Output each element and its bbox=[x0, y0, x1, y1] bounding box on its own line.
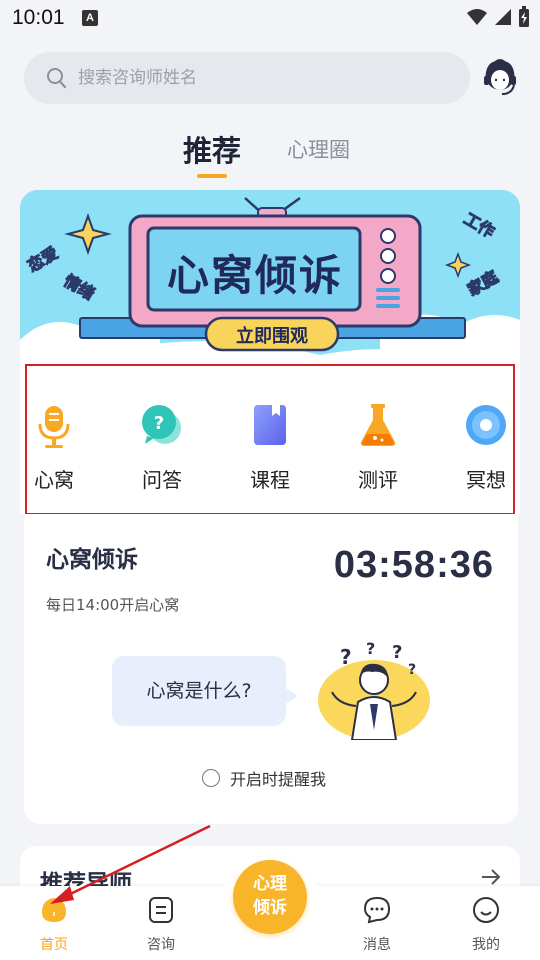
nav-label: 咨询 bbox=[147, 937, 175, 953]
feature-qa[interactable]: ? 问答 bbox=[122, 400, 202, 493]
center-label-line1: 心理 bbox=[253, 874, 287, 894]
remind-radio[interactable] bbox=[202, 769, 220, 787]
center-label-line2: 倾诉 bbox=[253, 898, 287, 918]
card-subtitle: 每日14:00开启心窝 bbox=[46, 596, 180, 614]
nav-consult[interactable]: 咨询 bbox=[126, 896, 196, 954]
remind-toggle[interactable]: 开启时提醒我 bbox=[202, 766, 326, 790]
search-input[interactable] bbox=[78, 52, 458, 104]
flask-icon bbox=[360, 404, 396, 446]
microphone-icon bbox=[38, 406, 70, 448]
book-icon bbox=[254, 405, 286, 445]
banner-title: 心窝倾诉 bbox=[166, 251, 343, 300]
svg-text:?: ? bbox=[392, 642, 402, 663]
bubble-text: 心窝是什么? bbox=[146, 680, 252, 702]
status-bar: 10:01 A bbox=[0, 0, 540, 36]
nav-profile[interactable]: 我的 bbox=[451, 896, 521, 954]
disc-icon bbox=[466, 405, 506, 445]
nav-messages[interactable]: 消息 bbox=[342, 896, 412, 954]
top-tabs: 推荐 心理圈 bbox=[0, 122, 540, 182]
banner-button[interactable]: 立即围观 bbox=[206, 322, 338, 348]
message-icon bbox=[363, 896, 391, 924]
remind-label: 开启时提醒我 bbox=[230, 770, 327, 789]
question-bubble-icon: ? bbox=[142, 405, 181, 444]
feature-label: 课程 bbox=[250, 468, 290, 492]
svg-text:?: ? bbox=[154, 413, 164, 434]
heart-nest-card: 心窝倾诉 每日14:00开启心窝 03:58:36 心窝是什么? ? ? ? ?… bbox=[24, 514, 518, 824]
search-icon bbox=[47, 68, 67, 89]
countdown-timer: 03:58:36 bbox=[333, 544, 494, 586]
battery-icon bbox=[519, 6, 529, 27]
tab-recommend[interactable]: 推荐 bbox=[183, 128, 241, 170]
status-icons bbox=[466, 6, 530, 28]
customer-service-icon[interactable] bbox=[480, 56, 520, 100]
tab-psych-circle[interactable]: 心理圈 bbox=[287, 134, 350, 164]
notification-icon: A bbox=[82, 10, 98, 26]
svg-text:?: ? bbox=[408, 662, 416, 678]
wifi-icon bbox=[467, 9, 487, 25]
svg-text:?: ? bbox=[340, 645, 352, 669]
arrow-right-icon[interactable] bbox=[480, 868, 502, 886]
nav-psych-talk-button[interactable]: 心理 倾诉 bbox=[233, 860, 307, 934]
center-button-label: 心理 倾诉 bbox=[233, 872, 307, 920]
search-row bbox=[24, 52, 520, 104]
signal-icon bbox=[495, 9, 511, 25]
confused-person-illustration: ? ? ? ? bbox=[318, 640, 430, 740]
feature-assessment[interactable]: 测评 bbox=[338, 400, 418, 493]
bubble-tail bbox=[282, 686, 298, 706]
search-box[interactable] bbox=[24, 52, 470, 104]
feature-meditation[interactable]: 冥想 bbox=[446, 400, 526, 493]
nav-label: 我的 bbox=[472, 937, 500, 953]
nav-label: 消息 bbox=[363, 937, 391, 953]
profile-icon bbox=[473, 897, 499, 923]
card-title: 心窝倾诉 bbox=[46, 547, 138, 573]
svg-text:?: ? bbox=[366, 640, 375, 658]
feature-label: 问答 bbox=[142, 468, 182, 492]
feature-label: 测评 bbox=[358, 468, 398, 492]
feature-shortcuts: 心窝 ? 问答 课程 测评 冥想 bbox=[20, 364, 520, 514]
feature-course[interactable]: 课程 bbox=[230, 400, 310, 493]
status-time: 10:01 bbox=[12, 6, 65, 29]
nav-home[interactable]: 首页 bbox=[19, 896, 89, 954]
promo-banner[interactable]: 心窝倾诉 立即围观 恋爱 情绪 工作 家庭 bbox=[20, 190, 520, 364]
nav-label: 首页 bbox=[40, 937, 68, 953]
feature-heart-nest[interactable]: 心窝 bbox=[14, 400, 94, 493]
what-is-bubble[interactable]: 心窝是什么? bbox=[112, 656, 286, 726]
active-tab-indicator bbox=[197, 174, 227, 178]
feature-label: 心窝 bbox=[34, 468, 74, 492]
home-icon bbox=[42, 898, 66, 922]
feature-label: 冥想 bbox=[466, 468, 506, 492]
consult-icon bbox=[149, 897, 173, 923]
